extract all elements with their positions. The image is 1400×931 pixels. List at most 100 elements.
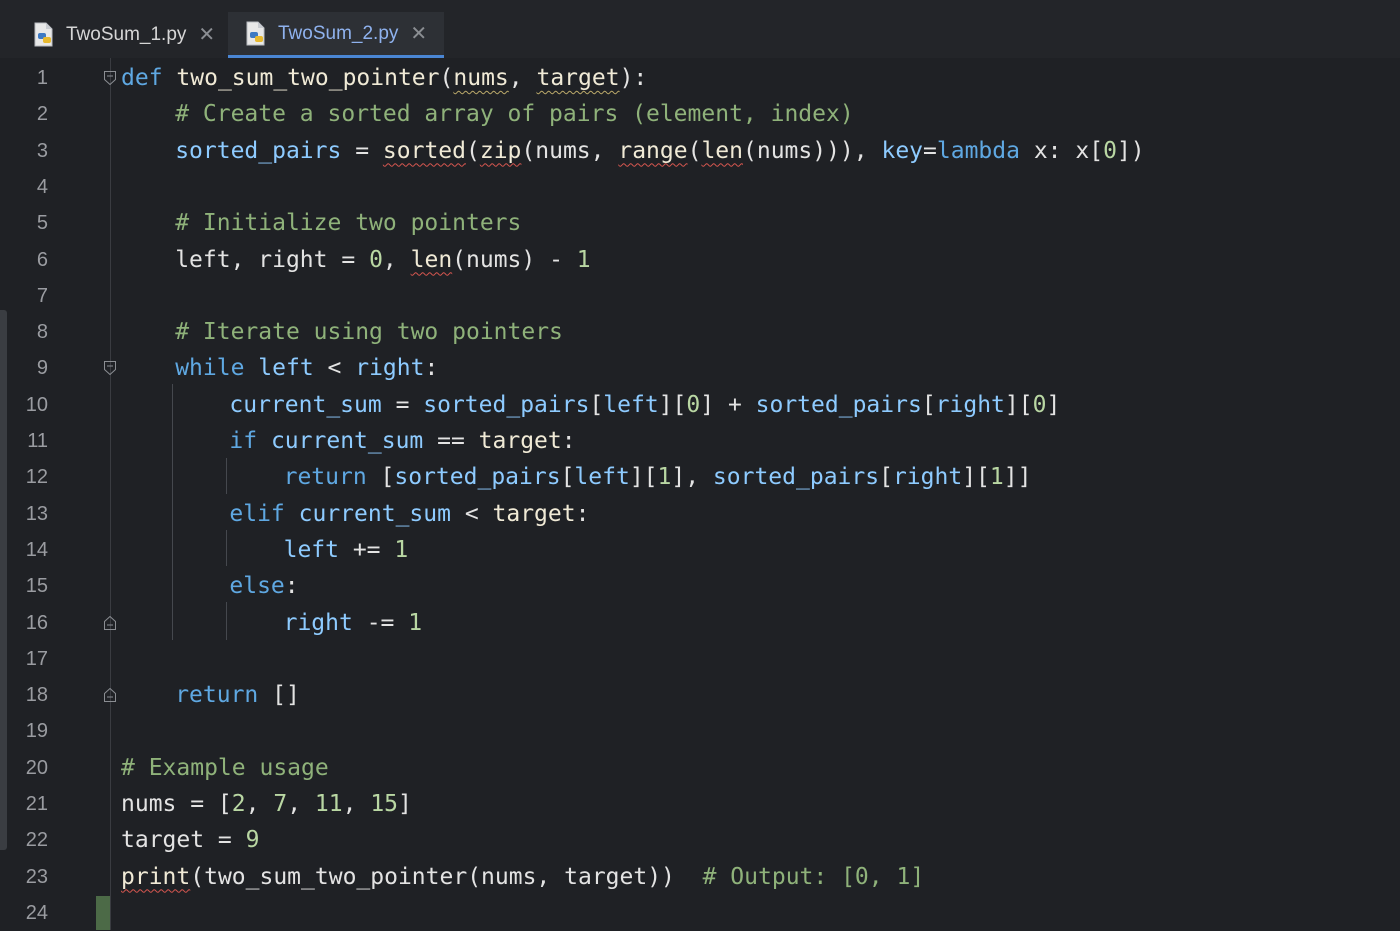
code-text: if current_sum == target: [229, 423, 575, 459]
line-number: 8 [36, 321, 48, 344]
code-line[interactable]: 2 # Create a sorted array of pairs (eleme… [0, 96, 1400, 132]
code-token: key [881, 137, 924, 164]
code-token: # Example usage [121, 754, 329, 781]
code-token: right [935, 391, 1005, 418]
code-line[interactable]: 16 right -= 1 [0, 605, 1400, 641]
code-text: target = 9 [121, 822, 259, 858]
code-token: 1 [408, 609, 423, 636]
code-token: ( [687, 137, 702, 164]
code-token: 1 [657, 464, 672, 491]
code-token: len [701, 137, 743, 164]
code-line[interactable]: 10 current_sum = sorted_pairs[left][0] + … [0, 387, 1400, 423]
code-token: [ [921, 391, 936, 418]
code-token: return [175, 682, 259, 709]
close-icon[interactable]: ✕ [198, 25, 215, 45]
fold-marker-icon[interactable] [104, 71, 116, 85]
code-token: target [478, 428, 562, 454]
code-token: 0 [369, 246, 383, 273]
code-line[interactable]: 11 if current_sum == target: [0, 423, 1400, 459]
tab-label: TwoSum_1.py [66, 24, 187, 45]
code-line[interactable]: 1 def two_sum_two_pointer(nums, target): [0, 60, 1400, 96]
code-token: 15 [370, 791, 399, 817]
code-token: 11 [314, 791, 343, 817]
code-token: , [245, 791, 274, 817]
code-token: # Create a sorted array of pairs (elemen… [175, 101, 854, 128]
code-text: def two_sum_two_pointer(nums, target): [121, 60, 647, 96]
code-line[interactable]: 18 return [] [0, 677, 1400, 713]
line-number: 13 [25, 502, 48, 525]
line-number: 7 [36, 284, 48, 307]
fold-marker-icon[interactable] [104, 688, 116, 703]
code-token: ][ [962, 464, 990, 491]
code-token: sorted_pairs [394, 464, 561, 491]
code-line[interactable]: 6 left, right = 0, len(nums) - 1 [0, 242, 1400, 278]
code-line[interactable]: 23 print(two_sum_two_pointer(nums, target… [0, 859, 1400, 895]
code-token: ]) [1116, 137, 1145, 164]
code-token: ], [671, 464, 713, 491]
code-line[interactable]: 3 sorted_pairs = sorted(zip(nums, range(l… [0, 133, 1400, 169]
code-token: # Initialize two pointers [175, 210, 522, 237]
fold-marker-icon[interactable] [104, 615, 116, 630]
code-token: nums [453, 65, 509, 91]
line-number: 23 [25, 865, 48, 888]
code-token: elif [229, 500, 285, 527]
code-token: (nums))), [743, 137, 882, 164]
code-token: right [892, 464, 963, 491]
code-token: # Iterate using two pointers [175, 319, 563, 346]
code-editor[interactable]: 1 def two_sum_two_pointer(nums, target): 2… [0, 58, 1400, 930]
code-token: (two_sum_two_pointer(nums, target)) [190, 863, 703, 890]
code-token: [ [589, 391, 604, 418]
code-token: (nums) - [452, 246, 577, 273]
code-token: ] [398, 791, 412, 817]
code-line[interactable]: 7 [0, 278, 1400, 314]
code-token: == [423, 428, 479, 454]
code-token: range [618, 137, 688, 164]
code-token: ] + [700, 391, 756, 418]
code-line[interactable]: 5 # Initialize two pointers [0, 205, 1400, 241]
fold-marker-icon[interactable] [104, 361, 116, 376]
line-number: 24 [25, 901, 48, 924]
code-line[interactable]: 8 # Iterate using two pointers [0, 314, 1400, 350]
code-line[interactable]: 9 while left < right: [0, 350, 1400, 386]
code-line[interactable]: 19 [0, 713, 1400, 749]
code-token: ][ [629, 464, 658, 491]
code-token: left [603, 391, 659, 418]
code-token: : [424, 355, 439, 382]
code-token: ][ [658, 391, 687, 418]
code-line[interactable]: 4 [0, 169, 1400, 205]
code-token: 7 [273, 791, 288, 817]
code-token: sorted_pairs [175, 137, 342, 164]
code-line[interactable]: 20 # Example usage [0, 750, 1400, 786]
code-token: nums = [ [121, 791, 232, 817]
code-line[interactable]: 21 nums = [2, 7, 11, 15] [0, 786, 1400, 822]
code-line[interactable]: 17 [0, 641, 1400, 677]
code-token: [ [879, 464, 893, 491]
code-token: -= [352, 609, 409, 636]
code-token: = [341, 137, 383, 164]
code-line[interactable]: 14 left += 1 [0, 532, 1400, 568]
line-number: 14 [25, 538, 48, 561]
line-number: 17 [25, 647, 48, 670]
code-line[interactable]: 22 target = 9 [0, 822, 1400, 858]
code-text: # Create a sorted array of pairs (elemen… [175, 96, 854, 132]
code-token: left [283, 536, 339, 563]
code-text: print(two_sum_two_pointer(nums, target))… [121, 859, 924, 895]
code-text: return [sorted_pairs[left][1], sorted_pa… [284, 459, 1032, 495]
tab-twosum-1[interactable]: TwoSum_1.py ✕ [26, 12, 222, 58]
code-text: while left < right: [175, 350, 438, 386]
code-token: [ [560, 464, 575, 491]
code-token: < [313, 355, 356, 382]
code-line[interactable]: 12 return [sorted_pairs[left][1], sorted_… [0, 459, 1400, 495]
tab-twosum-2[interactable]: TwoSum_2.py ✕ [228, 12, 444, 58]
code-token: : [284, 573, 299, 600]
line-number: 2 [36, 103, 48, 126]
line-number: 15 [25, 575, 48, 598]
code-token: def [121, 65, 163, 91]
close-icon[interactable]: ✕ [410, 24, 427, 44]
code-line[interactable]: 15 else: [0, 568, 1400, 604]
code-line[interactable]: 13 elif current_sum < target: [0, 496, 1400, 532]
code-token: current_sum [270, 428, 424, 454]
code-line[interactable]: 24 [0, 895, 1400, 931]
code-token: , [342, 791, 371, 817]
